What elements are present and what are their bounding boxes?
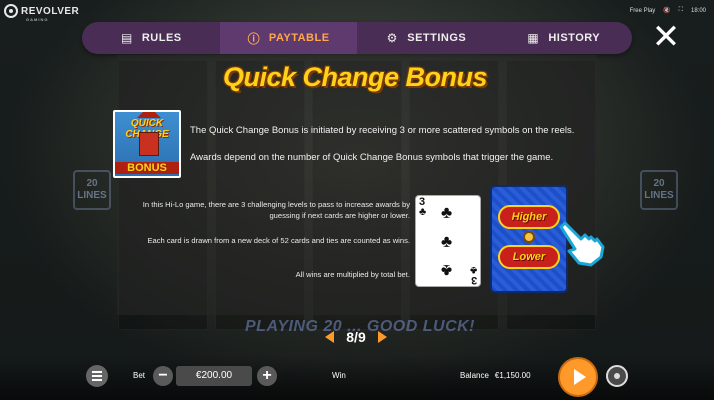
pointing-hand-icon (559, 221, 605, 267)
info-icon: ⓘ (247, 31, 261, 46)
autoplay-button[interactable] (606, 365, 628, 387)
club-icon: ♣ (441, 203, 453, 222)
bet-value: €200.00 (176, 366, 252, 386)
spin-button[interactable] (560, 359, 596, 395)
menu-icon-line (92, 371, 102, 373)
close-button[interactable]: ✕ (650, 20, 682, 54)
brand-name: REVOLVER (21, 5, 80, 17)
calendar-icon: ▦ (527, 31, 540, 45)
lines-indicator-left: 20 LINES (73, 170, 111, 210)
page-indicator: 8/9 (346, 329, 366, 345)
balance-value: €1,150.00 (494, 371, 531, 380)
book-icon: ▤ (120, 31, 133, 45)
higher-label: Higher (498, 205, 560, 229)
status-area: Free Play 🔇 ⛶ 18:00 (630, 7, 706, 14)
increase-bet-button[interactable]: + (257, 366, 277, 386)
clock: 18:00 (690, 7, 706, 14)
fullscreen-icon[interactable]: ⛶ (679, 7, 683, 14)
win-label: Win (332, 371, 346, 380)
decrease-bet-button[interactable]: − (153, 366, 173, 386)
pagination: 8/9 (325, 327, 387, 347)
page-title: Quick Change Bonus (222, 62, 488, 92)
mute-icon[interactable]: 🔇 (663, 7, 670, 14)
description-line-2: Awards depend on the number of Quick Cha… (190, 152, 554, 163)
playing-card: 3 ♣ ♣ ♣ ♣ 3 ♣ (415, 195, 481, 287)
phone-booth-icon (139, 132, 159, 156)
tab-settings[interactable]: ⚙ SETTINGS (357, 22, 495, 54)
club-icon: ♣ (441, 261, 453, 280)
balance-display: Balance €1,150.00 (460, 371, 531, 380)
balance-label: Balance (460, 371, 489, 380)
tab-history[interactable]: ▦ HISTORY (495, 22, 633, 54)
bonus-symbol-bottom-text: BONUS (115, 162, 179, 174)
hilo-description: In this Hi-Lo game, there are 3 challeng… (142, 200, 410, 220)
lower-label: Lower (498, 245, 560, 269)
brand-logo: REVOLVER GAMING (4, 4, 80, 22)
prev-page-button[interactable] (325, 331, 334, 343)
quick-change-bonus-symbol: QUICK CHANGE BONUS (113, 110, 181, 178)
tab-bar: ▤ RULES ⓘ PAYTABLE ⚙ SETTINGS ▦ HISTORY (82, 22, 632, 54)
roof-shape (137, 112, 161, 118)
card-rank-bottom: 3 ♣ (469, 264, 477, 286)
close-icon: ✕ (651, 18, 681, 56)
gear-icon: ⚙ (386, 31, 398, 45)
tab-label: HISTORY (548, 32, 601, 44)
menu-icon-line (92, 379, 102, 381)
brand-sub: GAMING (26, 17, 49, 22)
lines-indicator-right: 20 LINES (640, 170, 678, 210)
logo-icon (4, 4, 18, 18)
tab-rules[interactable]: ▤ RULES (82, 22, 220, 54)
menu-button[interactable] (86, 365, 108, 387)
gem-icon (523, 231, 535, 243)
tab-label: RULES (141, 32, 182, 44)
club-icon: ♣ (441, 232, 453, 251)
tab-label: SETTINGS (407, 32, 467, 44)
tab-label: PAYTABLE (268, 32, 330, 44)
description-line-1: The Quick Change Bonus is initiated by r… (190, 125, 575, 136)
multiplier-description: All wins are multiplied by total bet. (295, 270, 410, 279)
card-rank-top: 3 ♣ (419, 196, 427, 218)
deck-description: Each card is drawn from a new deck of 52… (147, 236, 410, 245)
play-mode: Free Play (629, 7, 656, 14)
menu-icon-line (92, 375, 102, 377)
tab-paytable[interactable]: ⓘ PAYTABLE (219, 22, 357, 54)
next-page-button[interactable] (378, 331, 387, 343)
bet-label: Bet (133, 371, 146, 380)
